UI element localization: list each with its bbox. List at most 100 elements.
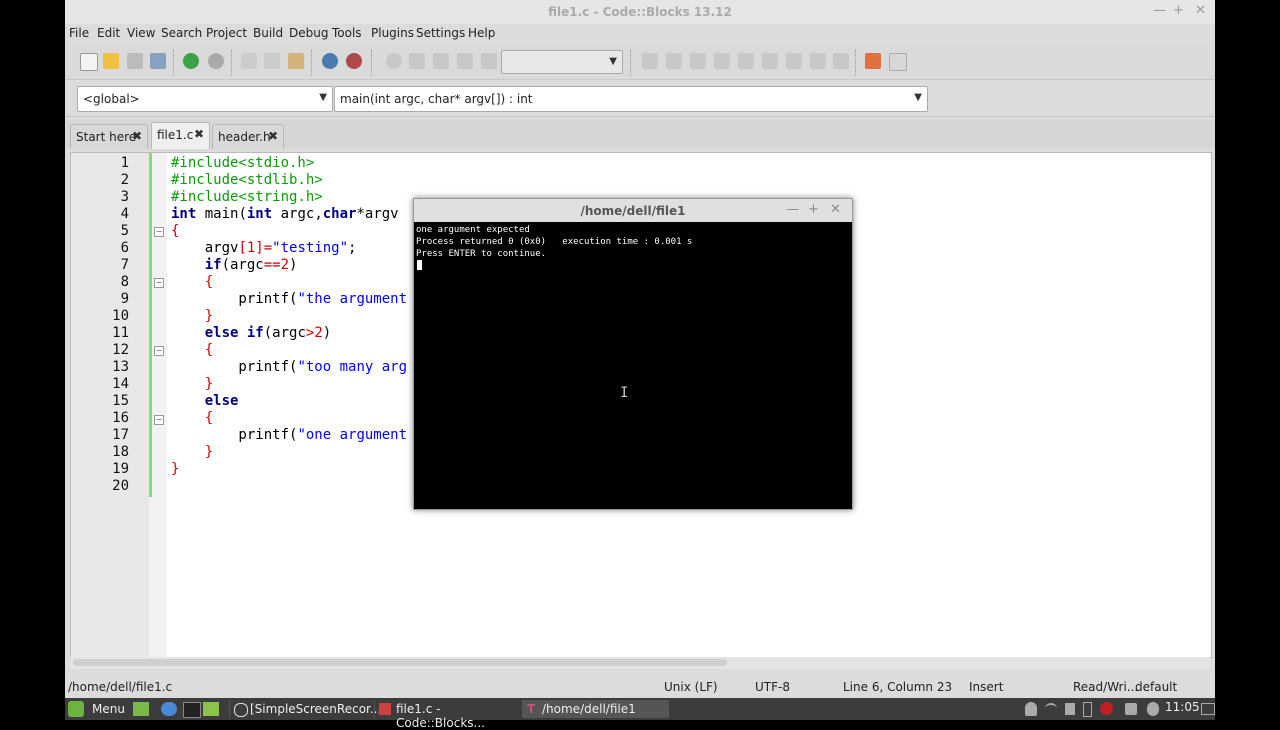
- next-instruction-icon[interactable]: [762, 53, 778, 69]
- terminal-title-bar[interactable]: /home/dell/file1 — + ✕: [414, 199, 852, 222]
- stop-icon[interactable]: [833, 53, 849, 69]
- menu-plugins[interactable]: Plugins: [371, 26, 414, 40]
- build-run-icon[interactable]: [433, 53, 449, 69]
- rebuild-icon[interactable]: [457, 53, 473, 69]
- terminal-minimize-button[interactable]: —: [786, 202, 799, 217]
- line-number: 19: [112, 461, 129, 477]
- files-icon[interactable]: [203, 702, 219, 716]
- next-line-icon[interactable]: [690, 53, 706, 69]
- replace-icon[interactable]: [346, 53, 362, 69]
- menu-project[interactable]: Project: [206, 26, 247, 40]
- terminal-window[interactable]: /home/dell/file1 — + ✕ one argument expe…: [413, 198, 853, 510]
- status-bar: /home/dell/file1.c Unix (LF) UTF-8 Line …: [65, 676, 1215, 698]
- close-icon[interactable]: ✖: [194, 127, 204, 141]
- paste-icon[interactable]: [288, 53, 304, 69]
- terminal-maximize-button[interactable]: +: [808, 202, 819, 217]
- various-info-icon[interactable]: [889, 53, 907, 71]
- task-simplescreenrecorder[interactable]: [SimpleScreenRecor...: [229, 700, 381, 718]
- debug-continue-icon[interactable]: [642, 53, 658, 69]
- pause-icon[interactable]: [810, 53, 826, 69]
- copy-icon[interactable]: [264, 53, 280, 69]
- step-instruction-icon[interactable]: [786, 53, 802, 69]
- terminal-launcher-icon[interactable]: [183, 702, 201, 718]
- status-eol: Unix (LF): [664, 680, 718, 694]
- browser-icon[interactable]: [161, 702, 177, 716]
- menu-search[interactable]: Search: [161, 26, 202, 40]
- terminal-close-button[interactable]: ✕: [830, 202, 841, 217]
- new-file-icon[interactable]: [80, 53, 98, 71]
- minimize-button[interactable]: —: [1153, 3, 1166, 18]
- menu-help[interactable]: Help: [468, 26, 495, 40]
- volume-icon[interactable]: [1065, 703, 1075, 715]
- clock[interactable]: 11:05: [1165, 700, 1200, 718]
- task-terminal[interactable]: T /home/dell/file1: [522, 700, 669, 718]
- start-menu-button[interactable]: Menu: [67, 700, 127, 718]
- debug-windows-icon[interactable]: [865, 53, 881, 69]
- fold-toggle-icon[interactable]: −: [154, 415, 164, 425]
- menu-tools[interactable]: Tools: [332, 26, 362, 40]
- line-number-gutter: 1 2 3 4 5 6 7 8 9 10 11 12 13 14 15 16 1…: [71, 153, 149, 657]
- task-codeblocks[interactable]: file1.c - Code::Blocks...: [374, 700, 519, 730]
- desktop-icon[interactable]: [1201, 703, 1215, 715]
- menu-view[interactable]: View: [127, 26, 155, 40]
- undo-icon[interactable]: [183, 53, 199, 69]
- step-out-icon[interactable]: [738, 53, 754, 69]
- run-to-cursor-icon[interactable]: [666, 53, 682, 69]
- save-icon[interactable]: [127, 53, 143, 69]
- menu-debug[interactable]: Debug: [289, 26, 328, 40]
- function-select[interactable]: main(int argc, char* argv[]) : int ▼: [334, 86, 928, 112]
- scrollbar-thumb[interactable]: [73, 659, 727, 666]
- fold-toggle-icon[interactable]: −: [154, 227, 164, 237]
- scope-select[interactable]: <global> ▼: [77, 86, 333, 112]
- fold-toggle-icon[interactable]: −: [154, 278, 164, 288]
- run-icon[interactable]: [409, 53, 425, 69]
- cut-icon[interactable]: [241, 53, 257, 69]
- code-token: =: [263, 240, 273, 256]
- fold-toggle-icon[interactable]: −: [154, 346, 164, 356]
- menu-file[interactable]: File: [69, 26, 89, 40]
- code-line: }: [171, 376, 213, 393]
- build-target-select[interactable]: ▼: [501, 50, 623, 74]
- code-token: printf(: [171, 359, 298, 375]
- code-token: printf(: [171, 291, 298, 307]
- toolbar-separator: [311, 50, 314, 76]
- wifi-icon[interactable]: [1045, 703, 1057, 717]
- chevron-down-icon: ▼: [914, 92, 922, 103]
- record-icon[interactable]: [1100, 702, 1113, 715]
- show-desktop-icon[interactable]: [133, 702, 149, 716]
- close-icon[interactable]: ✖: [132, 129, 142, 143]
- code-token: [1]: [238, 240, 264, 256]
- tab-header-h[interactable]: header.h ✖: [212, 124, 284, 149]
- code-line: #include<string.h>: [171, 189, 323, 206]
- step-into-icon[interactable]: [714, 53, 730, 69]
- toolbar-separator: [231, 50, 234, 76]
- code-line: else: [171, 393, 239, 410]
- menu-build[interactable]: Build: [253, 26, 283, 40]
- open-folder-icon[interactable]: [103, 53, 119, 69]
- update-icon[interactable]: [1125, 703, 1137, 715]
- tab-file1-c[interactable]: file1.c ✖: [151, 122, 210, 149]
- close-button[interactable]: ✕: [1195, 3, 1206, 18]
- terminal-app-icon: T: [527, 702, 536, 716]
- battery-icon[interactable]: [1083, 702, 1092, 717]
- find-icon[interactable]: [322, 53, 338, 69]
- shield-icon[interactable]: [1147, 702, 1159, 716]
- code-line: {: [171, 274, 213, 291]
- horizontal-scrollbar[interactable]: [70, 657, 1210, 669]
- code-line: else if(argc>2): [171, 325, 331, 342]
- close-icon[interactable]: ✖: [268, 129, 278, 143]
- user-icon[interactable]: [1025, 702, 1037, 716]
- code-line: }: [171, 308, 213, 325]
- menu-edit[interactable]: Edit: [97, 26, 120, 40]
- terminal-output: one argument expected Process returned 0…: [416, 225, 693, 259]
- code-line: {: [171, 342, 213, 359]
- build-gear-icon[interactable]: [386, 53, 402, 69]
- abort-icon[interactable]: [481, 53, 497, 69]
- redo-icon[interactable]: [208, 53, 224, 69]
- menu-settings[interactable]: Settings: [416, 26, 465, 40]
- line-number: 18: [112, 444, 129, 460]
- save-all-icon[interactable]: [150, 53, 166, 69]
- maximize-button[interactable]: +: [1173, 3, 1184, 18]
- tab-start-here[interactable]: Start here ✖: [70, 124, 148, 149]
